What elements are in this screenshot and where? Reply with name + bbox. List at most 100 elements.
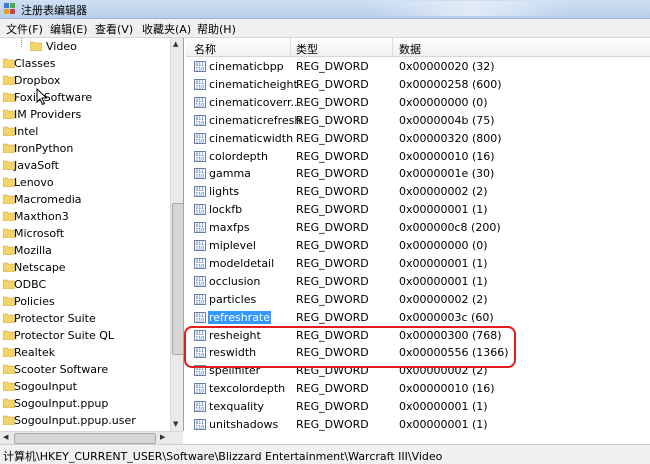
scroll-left-arrow-icon[interactable]: ◀ <box>3 433 8 441</box>
tree-item[interactable]: Protector Suite <box>0 310 170 327</box>
tree-item-label: Intel <box>14 125 39 138</box>
value-type: REG_DWORD <box>296 113 369 127</box>
value-name[interactable]: gamma <box>208 167 252 180</box>
table-row[interactable]: 011 110 unitshadows REG_DWORD 0x00000001 (1) <box>186 416 650 434</box>
table-row[interactable]: 011 110 texquality REG_DWORD 0x00000001 (1) <box>186 398 650 416</box>
table-row[interactable]: 011 110 cinematicheight REG_DWORD 0x00000258… <box>186 76 650 94</box>
table-row[interactable]: 011 110 cinematicbpp REG_DWORD 0x00000020 (3… <box>186 58 650 76</box>
tree-item[interactable]: IronPython <box>0 140 170 157</box>
tree-item[interactable]: Policies <box>0 293 170 310</box>
column-divider[interactable] <box>392 38 393 56</box>
tree-item[interactable]: Dropbox <box>0 72 170 89</box>
table-row[interactable]: 011 110 particles REG_DWORD 0x00000002 (2) <box>186 291 650 309</box>
tree-item[interactable]: Protector Suite QL <box>0 327 170 344</box>
value-name[interactable]: miplevel <box>208 239 257 252</box>
tree-item[interactable]: SogouInput <box>0 378 170 395</box>
scroll-right-arrow-icon[interactable]: ▶ <box>160 433 165 441</box>
value-name[interactable]: texcolordepth <box>208 382 286 395</box>
tree-item[interactable]: Maxthon3 <box>0 208 170 225</box>
table-row[interactable]: 011 110 occlusion REG_DWORD 0x00000001 (1) <box>186 273 650 291</box>
reg-dword-icon: 011 110 <box>194 240 206 252</box>
tree-item[interactable]: Scooter Software <box>0 361 170 378</box>
tree-item[interactable]: Macromedia <box>0 191 170 208</box>
tree-item[interactable]: Mozilla <box>0 242 170 259</box>
value-data: 0x00000020 (32) <box>399 60 495 73</box>
table-row[interactable]: 011 110 maxfps REG_DWORD 0x000000c8 (200) <box>186 219 650 237</box>
tree-item-video[interactable]: Video <box>0 38 170 55</box>
table-row[interactable]: 011 110 cinematicoverr... REG_DWORD 0x000000… <box>186 94 650 112</box>
tree-item[interactable]: Classes <box>0 55 170 72</box>
scroll-up-arrow-icon[interactable]: ▲ <box>173 40 178 48</box>
value-name[interactable]: cinematicbpp <box>208 60 285 73</box>
tree-item[interactable]: Netscape <box>0 259 170 276</box>
value-name[interactable]: cinematicrefresh <box>208 114 302 127</box>
menu-view[interactable]: 查看(V) <box>95 21 133 37</box>
tree-item[interactable]: SogouInput.ppup <box>0 395 170 412</box>
tree-item[interactable]: SogouInput.ppup.user <box>0 412 170 429</box>
value-type: REG_DWORD <box>296 203 369 217</box>
value-name[interactable]: lights <box>208 185 240 198</box>
table-row[interactable]: 011 110 lights REG_DWORD 0x00000002 (2) <box>186 183 650 201</box>
table-row[interactable]: 011 110 cinematicwidth REG_DWORD 0x00000320 … <box>186 130 650 148</box>
value-data: 0x0000004b (75) <box>399 113 495 127</box>
value-type: REG_DWORD <box>296 256 369 270</box>
value-type: REG_DWORD <box>296 95 369 109</box>
svg-text:110: 110 <box>196 263 205 269</box>
tree-item[interactable]: Lenovo <box>0 174 170 191</box>
table-row[interactable]: 011 110 colordepth REG_DWORD 0x00000010 (16) <box>186 148 650 166</box>
tree-scroll-thumb[interactable] <box>172 203 184 355</box>
value-name[interactable]: refreshrate <box>208 310 272 324</box>
reg-dword-icon: 011 110 <box>194 383 206 395</box>
title-bar-glare <box>370 1 570 16</box>
column-type-header[interactable]: 类型 <box>296 41 318 57</box>
window-title: 注册表编辑器 <box>21 4 87 17</box>
column-divider[interactable] <box>290 38 291 56</box>
tree-item-label: SogouInput <box>14 380 77 393</box>
table-row[interactable]: 011 110 modeldetail REG_DWORD 0x00000001 (1) <box>186 255 650 273</box>
column-data-header[interactable]: 数据 <box>399 41 421 57</box>
menu-help[interactable]: 帮助(H) <box>197 21 236 37</box>
tree-item[interactable]: Realtek <box>0 344 170 361</box>
tree-item[interactable]: Microsoft <box>0 225 170 242</box>
tree-item[interactable]: IM Providers <box>0 106 170 123</box>
reg-dword-icon: 011 110 <box>194 401 206 413</box>
svg-text:110: 110 <box>196 371 205 377</box>
value-name[interactable]: lockfb <box>208 203 243 216</box>
value-data: 0x00000002 (2) <box>399 292 488 306</box>
value-name[interactable]: cinematicwidth <box>208 132 294 145</box>
menu-edit[interactable]: 编辑(E) <box>50 21 88 37</box>
column-name-header[interactable]: 名称 <box>194 41 216 57</box>
scroll-down-arrow-icon[interactable]: ▼ <box>173 420 178 428</box>
tree-item[interactable]: JavaSoft <box>0 157 170 174</box>
table-row[interactable]: 011 110 texcolordepth REG_DWORD 0x00000010 (… <box>186 380 650 398</box>
table-row[interactable]: 011 110 gamma REG_DWORD 0x0000001e (30) <box>186 165 650 183</box>
value-name[interactable]: unitshadows <box>208 418 279 431</box>
value-name[interactable]: colordepth <box>208 150 269 163</box>
value-name[interactable]: cinematicoverr... <box>208 96 302 109</box>
value-name[interactable]: cinematicheight <box>208 78 299 91</box>
table-row[interactable]: 011 110 cinematicrefresh REG_DWORD 0x0000004… <box>186 112 650 130</box>
value-data: 0x00000001 (1) <box>399 203 488 217</box>
menu-file[interactable]: 文件(F) <box>6 21 43 37</box>
tree-item-label: ODBC <box>14 278 47 291</box>
tree-item[interactable]: ODBC <box>0 276 170 293</box>
value-name[interactable]: occlusion <box>208 275 261 288</box>
table-row[interactable]: 011 110 refreshrate REG_DWORD 0x0000003c (60… <box>186 309 650 327</box>
tree-item-label: SogouInput.ppup.user <box>14 414 136 427</box>
tree-item[interactable]: Intel <box>0 123 170 140</box>
table-row[interactable]: 011 110 lockfb REG_DWORD 0x00000001 (1) <box>186 201 650 219</box>
reg-dword-icon: 011 110 <box>194 78 206 90</box>
tree-vertical-scrollbar[interactable]: ▲ ▼ <box>170 38 184 431</box>
tree-horizontal-scrollbar[interactable]: ◀ ▶ <box>0 431 183 444</box>
menu-favorites[interactable]: 收藏夹(A) <box>142 21 191 37</box>
value-name[interactable]: maxfps <box>208 221 251 234</box>
value-name[interactable]: texquality <box>208 400 265 413</box>
value-list: 名称 类型 数据 011 110 cinematicbpp REG_DWORD 0x00… <box>186 38 650 443</box>
value-name[interactable]: particles <box>208 293 257 306</box>
tree-hscroll-thumb[interactable] <box>14 433 156 444</box>
registry-path: 计算机\HKEY_CURRENT_USER\Software\Blizzard … <box>3 450 443 463</box>
value-name[interactable]: modeldetail <box>208 257 275 270</box>
table-row[interactable]: 011 110 miplevel REG_DWORD 0x00000000 (0) <box>186 237 650 255</box>
value-type: REG_DWORD <box>296 149 369 163</box>
tree-item[interactable]: Foxit Software <box>0 89 170 106</box>
